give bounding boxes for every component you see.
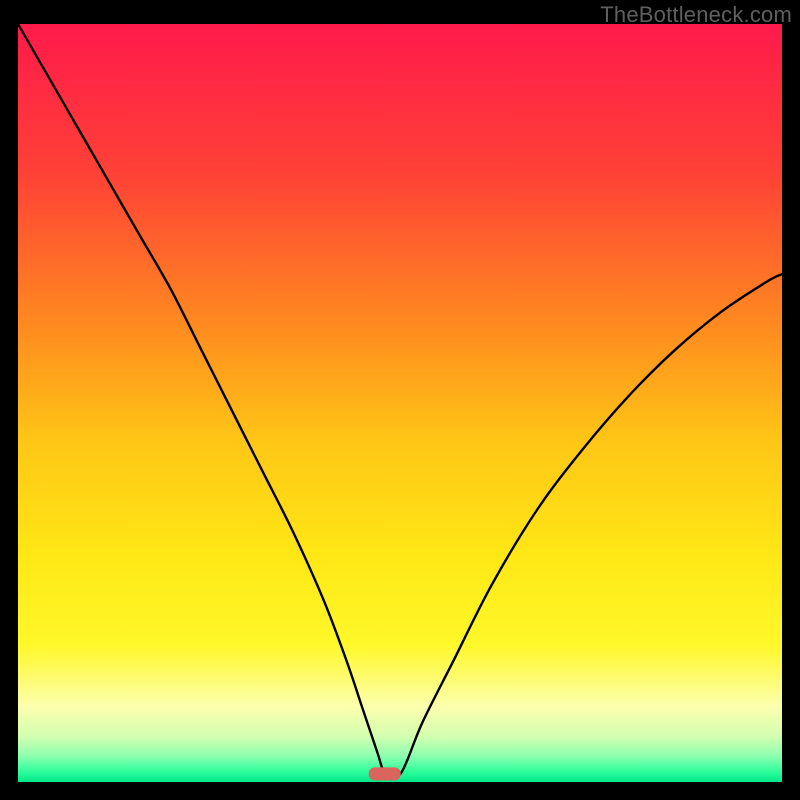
chart-frame: TheBottleneck.com xyxy=(0,0,800,800)
chart-svg xyxy=(18,24,782,782)
chart-plot-area xyxy=(18,24,782,782)
marker-pill xyxy=(369,767,401,780)
chart-background xyxy=(18,24,782,782)
watermark-text: TheBottleneck.com xyxy=(600,2,792,28)
